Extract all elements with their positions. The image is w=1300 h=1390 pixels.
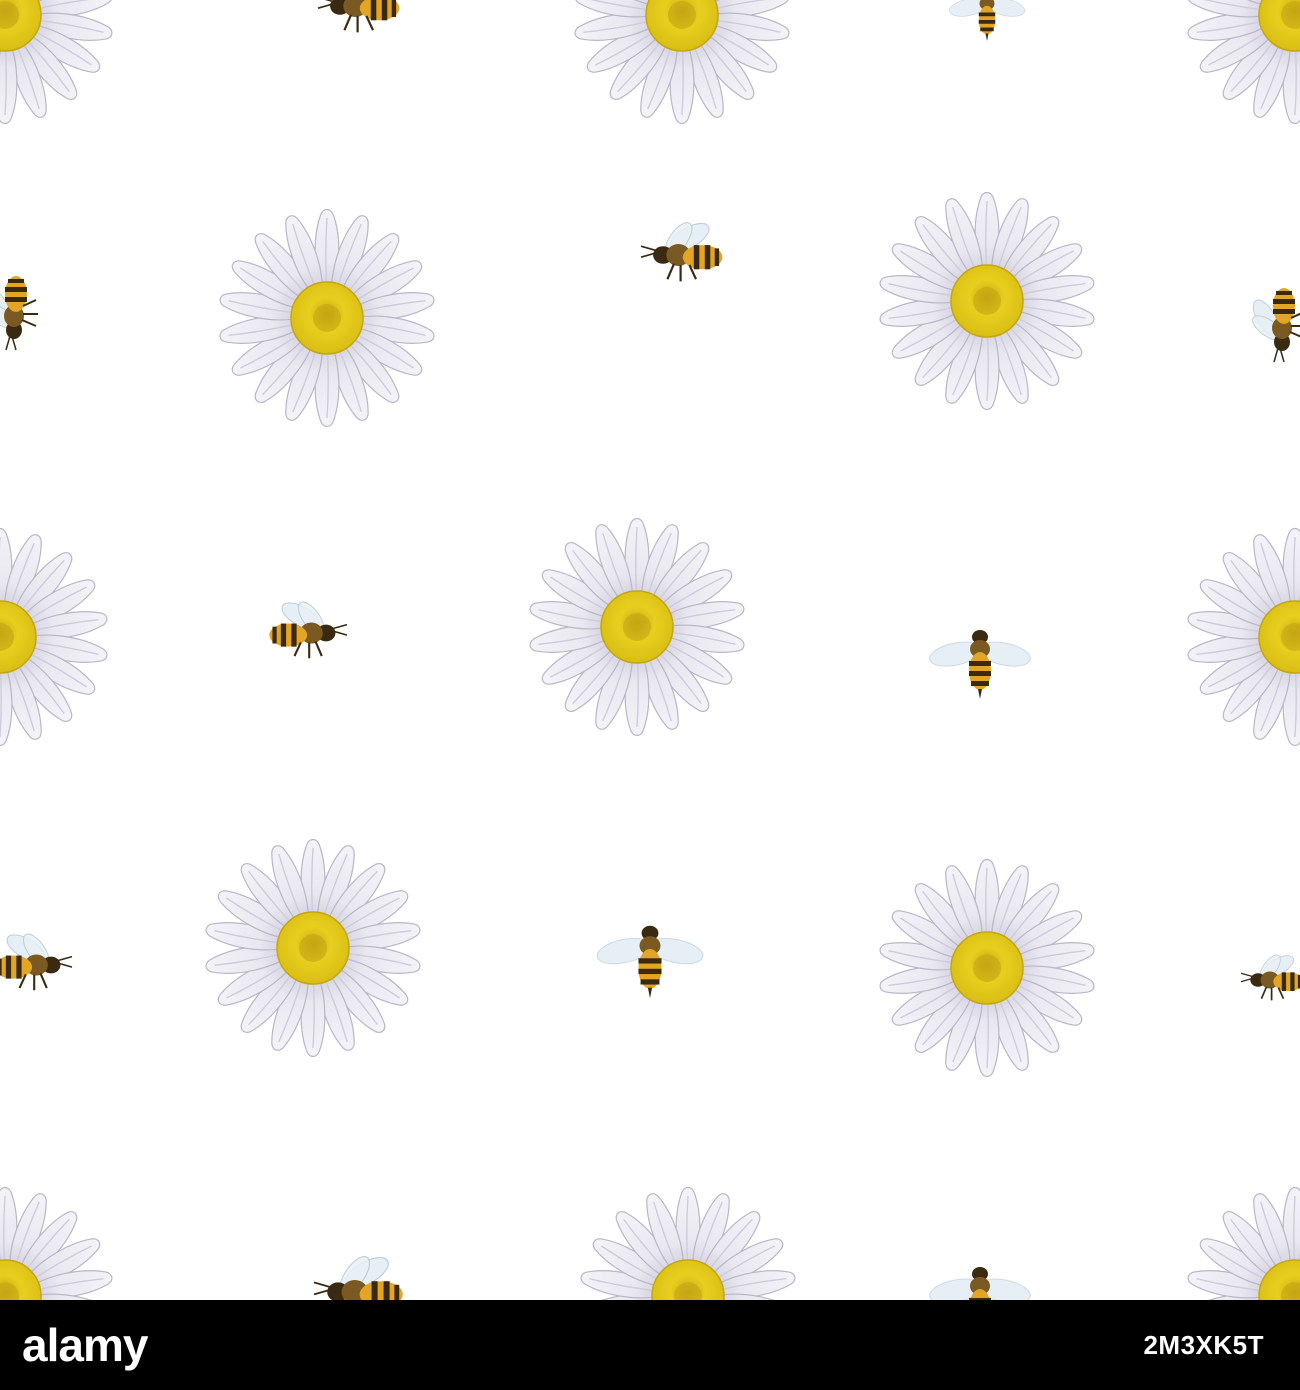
brand-logo: alamy bbox=[22, 1319, 148, 1371]
watermark-footer: alamy 2M3XK5T bbox=[0, 1300, 1300, 1390]
chamomile-flower-icon bbox=[573, 0, 791, 124]
chamomile-flower-icon bbox=[579, 1188, 797, 1301]
chamomile-flower-icon bbox=[1186, 0, 1300, 124]
honey-bee-icon bbox=[927, 1266, 1033, 1300]
honey-bee-icon bbox=[1247, 287, 1300, 363]
honey-bee-icon bbox=[268, 596, 349, 660]
honey-bee-icon bbox=[927, 629, 1033, 700]
honey-bee-icon bbox=[639, 216, 724, 283]
honey-bee-icon bbox=[312, 1250, 404, 1300]
honey-bee-icon bbox=[594, 925, 706, 999]
chamomile-flower-icon bbox=[528, 519, 746, 736]
chamomile-flower-icon bbox=[878, 860, 1096, 1077]
chamomile-flower-icon bbox=[1186, 529, 1300, 746]
chamomile-flower-icon bbox=[0, 0, 114, 124]
honey-bee-icon bbox=[0, 928, 74, 992]
image-id: 2M3XK5T bbox=[1143, 1330, 1264, 1360]
chamomile-flower-icon bbox=[204, 840, 422, 1057]
honey-bee-icon bbox=[316, 0, 401, 34]
chamomile-flower-icon bbox=[0, 529, 109, 746]
honey-bee-icon bbox=[0, 275, 39, 351]
honey-bee-icon bbox=[947, 0, 1027, 42]
chamomile-flower-icon bbox=[1186, 1188, 1300, 1301]
honey-bee-icon bbox=[1240, 950, 1300, 1002]
pattern-canvas bbox=[0, 0, 1300, 1300]
chamomile-flower-icon bbox=[0, 1188, 114, 1301]
chamomile-flower-icon bbox=[878, 193, 1096, 410]
seamless-pattern-image bbox=[0, 0, 1300, 1300]
chamomile-flower-icon bbox=[218, 210, 436, 427]
